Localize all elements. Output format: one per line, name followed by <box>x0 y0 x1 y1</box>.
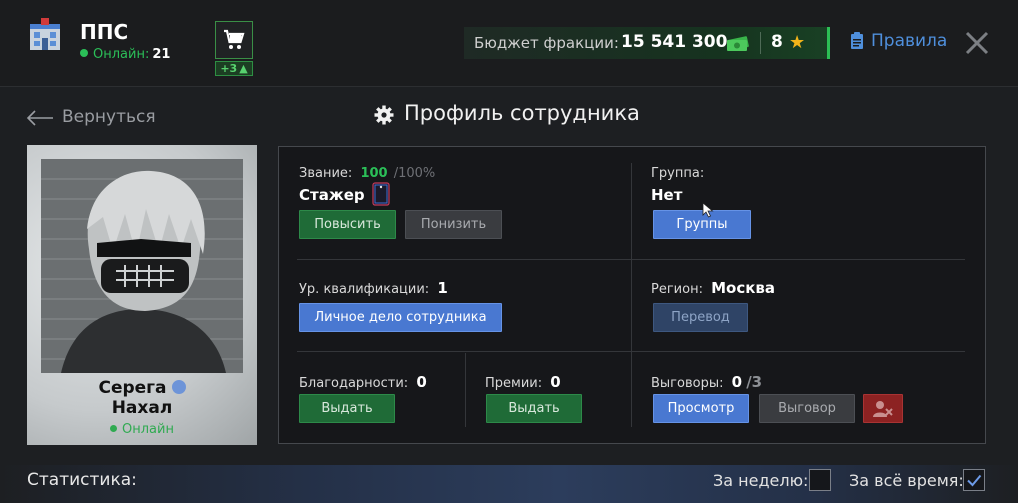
qualification-label-text: Ур. квалификации: <box>299 282 430 297</box>
all-time-checkbox[interactable] <box>963 469 985 491</box>
arrow-left-icon <box>26 110 53 126</box>
star-icon: ★ <box>789 32 806 53</box>
group-label: Группа: <box>651 166 705 181</box>
avatar-image <box>41 159 243 373</box>
budget-label: Бюджет фракции: <box>474 34 619 52</box>
bonuses-value: 0 <box>550 373 561 391</box>
employee-first-name-text: Серега <box>98 378 167 398</box>
faction-online: Онлайн: 21 <box>80 47 170 62</box>
demote-button[interactable]: Понизить <box>405 210 502 239</box>
fire-employee-button[interactable] <box>863 394 903 423</box>
bonuses-label-text: Премии: <box>485 376 543 391</box>
page-title: Профиль сотрудника <box>404 101 640 125</box>
budget-divider <box>760 32 761 54</box>
give-reprimand-button[interactable]: Выговор <box>759 394 855 423</box>
give-thanks-button[interactable]: Выдать <box>299 394 395 423</box>
rank-name: Стажер <box>299 186 365 204</box>
online-count: 21 <box>152 47 171 62</box>
police-station-icon <box>30 18 60 50</box>
qualification-value: 1 <box>437 279 448 297</box>
badge-tag-icon <box>372 182 390 206</box>
online-dot-icon <box>80 49 88 57</box>
transfer-button[interactable]: Перевод <box>653 303 748 332</box>
online-dot-icon <box>110 425 118 432</box>
rank-label: Звание: 100 /100% <box>299 166 435 181</box>
divider <box>631 163 632 427</box>
employee-last-name: Нахал <box>111 398 173 418</box>
checkmark-icon <box>967 474 982 487</box>
profile-panel: Звание: 100 /100% Стажер Повысить Понизи… <box>278 146 986 444</box>
money-icon <box>727 36 749 51</box>
week-checkbox[interactable] <box>809 469 831 491</box>
region-label-text: Регион: <box>651 282 703 297</box>
statistics-label: Статистика: <box>27 470 137 490</box>
gear-icon <box>374 105 394 125</box>
all-time-filter-label: За всё время: <box>849 471 964 490</box>
cart-badge: +3 ▲ <box>215 61 253 76</box>
remove-user-icon <box>873 401 893 417</box>
region-label: Регион: Москва <box>651 279 775 297</box>
divider <box>465 353 466 427</box>
rank-progress: 100 <box>360 166 388 181</box>
mouse-cursor-icon <box>702 202 714 218</box>
employee-status-text: Онлайн <box>122 422 174 437</box>
close-icon[interactable] <box>964 30 990 56</box>
stars-value: 8 <box>771 32 783 52</box>
promote-button[interactable]: Повысить <box>299 210 396 239</box>
employee-photo <box>41 159 243 373</box>
reprimands-max: /3 <box>746 373 763 391</box>
clipboard-icon <box>851 32 863 49</box>
user-icon <box>171 380 186 394</box>
reprimands-label-text: Выговоры: <box>651 376 724 391</box>
thanks-label: Благодарности: 0 <box>299 373 427 391</box>
budget-value: 15 541 300 <box>621 32 728 52</box>
top-bar: ППС Онлайн: 21 +3 ▲ Бюджет фракции: 15 541… <box>0 0 1018 87</box>
reprimands-label: Выговоры: 0 /3 <box>651 373 762 391</box>
back-label: Вернуться <box>62 107 156 127</box>
personal-file-button[interactable]: Личное дело сотрудника <box>299 303 502 332</box>
employee-first-name: Серега <box>27 378 257 398</box>
group-value: Нет <box>651 186 683 204</box>
rank-label-text: Звание: <box>299 166 353 181</box>
faction-budget: Бюджет фракции: 15 541 300 8 ★ <box>464 27 830 59</box>
employee-card: Серега Нахал Онлайн <box>27 145 257 445</box>
rank-progress-max: /100% <box>393 166 436 181</box>
thanks-value: 0 <box>416 373 427 391</box>
view-reprimands-button[interactable]: Просмотр <box>653 394 749 423</box>
online-label: Онлайн: <box>93 47 150 62</box>
shop-button[interactable] <box>215 21 253 59</box>
give-bonus-button[interactable]: Выдать <box>486 394 582 423</box>
faction-name: ППС <box>80 20 129 44</box>
week-filter-label: За неделю: <box>713 471 809 490</box>
bonuses-label: Премии: 0 <box>485 373 561 391</box>
region-value: Москва <box>711 279 776 297</box>
cart-badge-count: +3 <box>220 62 238 75</box>
qualification-label: Ур. квалификации: 1 <box>299 279 448 297</box>
thanks-label-text: Благодарности: <box>299 376 409 391</box>
reprimands-value: 0 <box>731 373 743 391</box>
cart-icon <box>224 29 245 49</box>
employee-status: Онлайн <box>27 422 257 437</box>
arrow-up-icon: ▲ <box>239 62 248 75</box>
rules-link[interactable]: Правила <box>871 31 947 51</box>
